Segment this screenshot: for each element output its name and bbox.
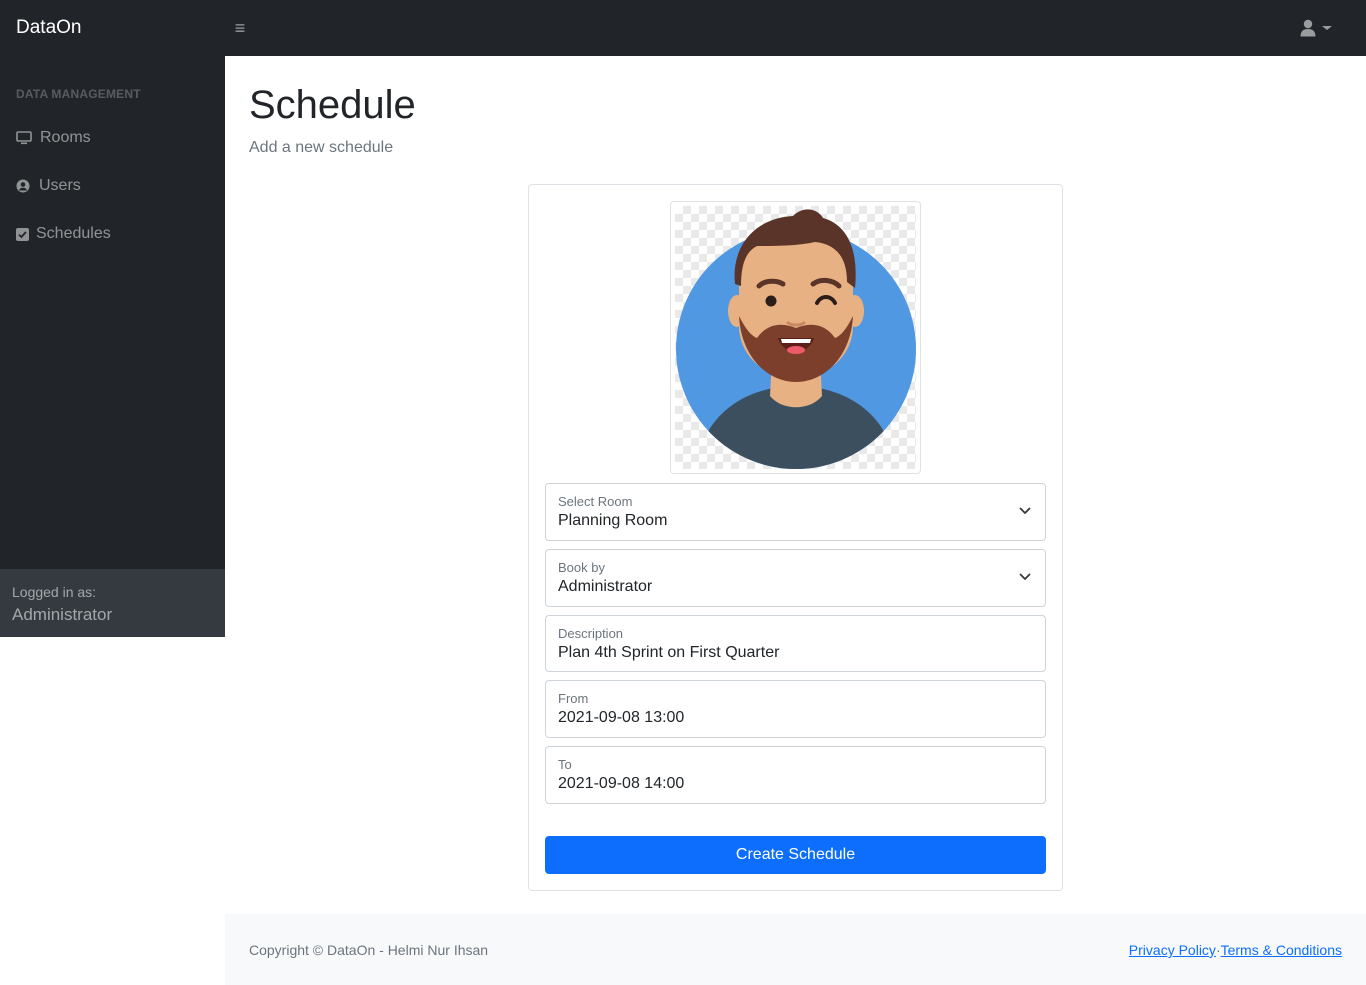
- sidebar-footer: Logged in as: Administrator: [0, 569, 225, 637]
- sidebar-item-label: Schedules: [36, 225, 111, 242]
- footer-links: Privacy Policy·Terms & Conditions: [1129, 942, 1342, 958]
- desktop-icon: [16, 130, 32, 146]
- chevron-down-icon: [1019, 573, 1031, 580]
- room-select[interactable]: Select Room Planning Room: [545, 483, 1046, 541]
- room-select-value: Planning Room: [558, 512, 668, 529]
- chevron-down-icon: [1019, 507, 1031, 514]
- room-image: [670, 201, 921, 474]
- top-navbar: DataOn ≡: [0, 0, 1366, 56]
- terms-link[interactable]: Terms & Conditions: [1221, 942, 1342, 958]
- logged-in-user: Administrator: [12, 605, 113, 624]
- book-by-select-value: Administrator: [558, 578, 653, 595]
- to-input[interactable]: 2021-09-08 14:00: [558, 775, 998, 793]
- to-datetime-field[interactable]: To 2021-09-08 14:00: [545, 746, 1046, 804]
- user-icon: [1300, 19, 1316, 37]
- page-subtitle: Add a new schedule: [249, 139, 394, 156]
- caret-down-icon: [1322, 26, 1332, 30]
- book-by-select-label: Book by: [558, 560, 605, 575]
- sidebar-item-rooms[interactable]: Rooms: [16, 126, 91, 150]
- brand-logo[interactable]: DataOn: [16, 17, 81, 39]
- description-label: Description: [558, 626, 624, 641]
- sidebar-item-label: Users: [39, 177, 81, 194]
- create-schedule-button[interactable]: Create Schedule: [545, 836, 1046, 874]
- sidebar-item-label: Rooms: [40, 129, 91, 146]
- privacy-policy-link[interactable]: Privacy Policy: [1129, 942, 1216, 958]
- book-by-select[interactable]: Book by Administrator: [545, 549, 1046, 607]
- sidebar-item-schedules[interactable]: Schedules: [16, 222, 111, 246]
- room-select-label: Select Room: [558, 494, 633, 509]
- from-label: From: [558, 691, 589, 706]
- user-circle-icon: [16, 178, 30, 194]
- logged-in-label: Logged in as:: [12, 584, 97, 600]
- sidebar-item-users[interactable]: Users: [16, 174, 81, 198]
- from-datetime-field[interactable]: From 2021-09-08 13:00: [545, 680, 1046, 738]
- to-label: To: [558, 757, 572, 772]
- avatar: [676, 209, 916, 469]
- page-title: Schedule: [249, 83, 416, 127]
- user-menu-button[interactable]: [1300, 16, 1336, 40]
- page-footer: Copyright © DataOn - Helmi Nur Ihsan Pri…: [225, 914, 1366, 985]
- description-field[interactable]: Description Plan 4th Sprint on First Qua…: [545, 615, 1046, 672]
- check-square-icon: [16, 226, 29, 242]
- description-input[interactable]: Plan 4th Sprint on First Quarter: [558, 644, 998, 662]
- copyright-text: Copyright © DataOn - Helmi Nur Ihsan: [249, 942, 489, 958]
- sidebar: DATA MANAGEMENT Rooms Users Schedules Lo…: [0, 56, 225, 637]
- sidebar-heading: DATA MANAGEMENT: [16, 87, 141, 101]
- hamburger-icon[interactable]: ≡: [230, 16, 250, 40]
- from-input[interactable]: 2021-09-08 13:00: [558, 709, 998, 727]
